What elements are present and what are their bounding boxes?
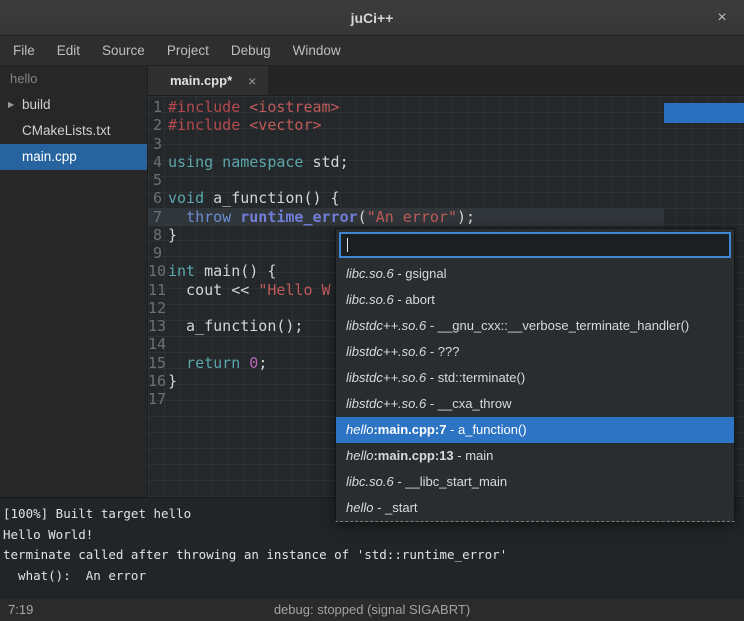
- line-number: 4: [148, 153, 168, 171]
- stack-frame-item-8[interactable]: libc.so.6 - __libc_start_main: [336, 469, 734, 495]
- code-line-4: 4using namespace std;: [148, 153, 664, 171]
- line-number: 1: [148, 98, 168, 116]
- code-line-5: 5: [148, 171, 664, 189]
- tab-main-cpp[interactable]: main.cpp* ×: [148, 66, 268, 95]
- tree-item-cmakelists-txt[interactable]: CMakeLists.txt: [0, 118, 147, 144]
- menubar: FileEditSourceProjectDebugWindow: [0, 36, 744, 66]
- line-number: 15: [148, 354, 168, 372]
- sidebar: hello ▶ build CMakeLists.txt main.cpp: [0, 66, 148, 497]
- tree-item-label: build: [22, 97, 51, 112]
- tree-item-label: main.cpp: [22, 149, 77, 164]
- line-number: 14: [148, 335, 168, 353]
- code-text: #include <vector>: [168, 116, 664, 134]
- code-text: #include <iostream>: [168, 98, 664, 116]
- menu-project[interactable]: Project: [156, 36, 220, 65]
- code-text: throw runtime_error("An error");: [168, 208, 664, 226]
- line-number: 6: [148, 189, 168, 207]
- line-number: 17: [148, 390, 168, 408]
- stack-frame-item-9[interactable]: hello - _start: [336, 495, 734, 521]
- window-title: juCi++: [351, 10, 394, 26]
- expand-arrow-icon[interactable]: ▶: [8, 92, 14, 118]
- tree-item-main-cpp[interactable]: main.cpp: [0, 144, 147, 170]
- line-number: 12: [148, 299, 168, 317]
- tabbar: main.cpp* ×: [148, 66, 744, 96]
- stack-frame-item-2[interactable]: libstdc++.so.6 - __gnu_cxx::__verbose_te…: [336, 313, 734, 339]
- menu-window[interactable]: Window: [282, 36, 352, 65]
- code-line-1: 1#include <iostream>: [148, 98, 664, 116]
- project-name: hello: [0, 66, 147, 92]
- code-line-7: 7 throw runtime_error("An error");: [148, 208, 664, 226]
- menu-source[interactable]: Source: [91, 36, 156, 65]
- menu-debug[interactable]: Debug: [220, 36, 282, 65]
- text-cursor: [347, 238, 348, 252]
- line-number: 11: [148, 281, 168, 299]
- line-number: 2: [148, 116, 168, 134]
- line-number: 9: [148, 244, 168, 262]
- tree-item-label: CMakeLists.txt: [22, 123, 111, 138]
- close-icon: ×: [717, 9, 726, 26]
- line-number: 7: [148, 208, 168, 226]
- code-text: void a_function() {: [168, 189, 664, 207]
- close-button[interactable]: ×: [712, 10, 732, 26]
- code-text: [168, 135, 664, 153]
- stack-frame-popup: libc.so.6 - gsignallibc.so.6 - abortlibs…: [335, 228, 735, 522]
- console-line: what(): An error: [3, 566, 741, 587]
- stack-frame-item-7[interactable]: hello:main.cpp:13 - main: [336, 443, 734, 469]
- minimap-viewport-indicator[interactable]: [664, 103, 744, 123]
- popup-list: libc.so.6 - gsignallibc.so.6 - abortlibs…: [336, 261, 734, 521]
- line-number: 13: [148, 317, 168, 335]
- tree-item-build[interactable]: ▶ build: [0, 92, 147, 118]
- tab-close-icon[interactable]: ×: [248, 73, 256, 89]
- stack-frame-item-4[interactable]: libstdc++.so.6 - std::terminate(): [336, 365, 734, 391]
- tab-label: main.cpp*: [170, 73, 232, 88]
- code-line-6: 6void a_function() {: [148, 189, 664, 207]
- line-number: 10: [148, 262, 168, 280]
- app-window: juCi++ × FileEditSourceProjectDebugWindo…: [0, 0, 744, 621]
- console-line: terminate called after throwing an insta…: [3, 545, 741, 566]
- menu-edit[interactable]: Edit: [46, 36, 91, 65]
- menu-file[interactable]: File: [2, 36, 46, 65]
- code-line-2: 2#include <vector>: [148, 116, 664, 134]
- line-number: 5: [148, 171, 168, 189]
- code-line-3: 3: [148, 135, 664, 153]
- popup-search-input[interactable]: [339, 232, 731, 258]
- cursor-position: 7:19: [0, 602, 33, 617]
- stack-frame-item-6[interactable]: hello:main.cpp:7 - a_function(): [336, 417, 734, 443]
- stack-frame-item-5[interactable]: libstdc++.so.6 - __cxa_throw: [336, 391, 734, 417]
- stack-frame-item-1[interactable]: libc.so.6 - abort: [336, 287, 734, 313]
- debug-status-text: debug: stopped (signal SIGABRT): [0, 602, 744, 617]
- statusbar: debug: stopped (signal SIGABRT) 7:19: [0, 597, 744, 621]
- line-number: 8: [148, 226, 168, 244]
- code-text: [168, 171, 664, 189]
- popup-input-wrap: [336, 229, 734, 261]
- stack-frame-item-3[interactable]: libstdc++.so.6 - ???: [336, 339, 734, 365]
- console-line: Hello World!: [3, 525, 741, 546]
- project-tree: ▶ build CMakeLists.txt main.cpp: [0, 92, 147, 170]
- code-text: using namespace std;: [168, 153, 664, 171]
- stack-frame-item-0[interactable]: libc.so.6 - gsignal: [336, 261, 734, 287]
- line-number: 3: [148, 135, 168, 153]
- line-number: 16: [148, 372, 168, 390]
- titlebar: juCi++ ×: [0, 0, 744, 36]
